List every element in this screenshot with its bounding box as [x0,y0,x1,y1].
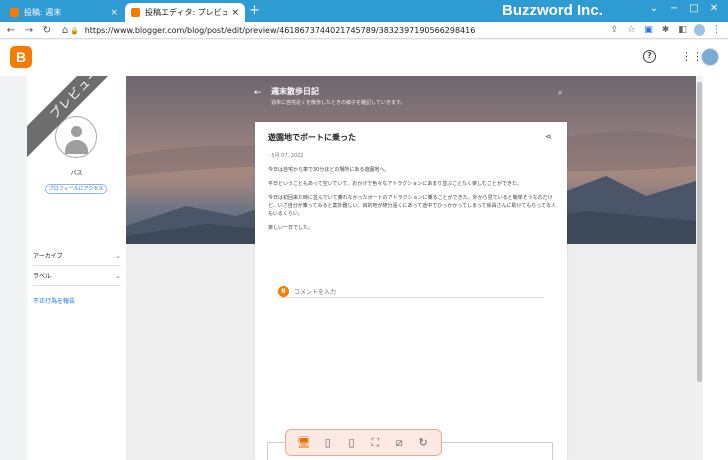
desktop-view-icon[interactable]: 🖥 [296,436,312,449]
blogger-favicon-icon [10,8,19,17]
preview-scrollbar[interactable] [696,76,703,460]
puzzle-extensions-icon[interactable]: ✱ [660,25,671,35]
rotate-icon[interactable]: ⧄ [391,436,407,450]
menu-kebab-icon[interactable]: ⋮ [711,25,722,35]
chevron-down-icon: ⌄ [115,251,121,260]
browser-toolbar: ← → ↻ ⌂ 🔒 https://www.blogger.com/blog/p… [0,22,728,39]
side-panel-icon[interactable]: ◧ [677,25,688,35]
tab-close-icon[interactable]: × [110,8,118,18]
browser-tab-posts[interactable]: 投稿: 週末 × [4,3,124,22]
tab-title: 投稿: 週末 [24,8,62,17]
search-icon[interactable]: ⌕ [558,88,562,98]
bookmark-star-icon[interactable]: ☆ [626,25,637,35]
new-tab-button[interactable]: + [249,3,260,18]
comment-placeholder: コメントを入力 [294,289,337,296]
address-bar[interactable]: 🔒 https://www.blogger.com/blog/post/edit… [70,23,650,38]
browser-tab-preview[interactable]: 投稿エディタ: プレビュー × [125,3,245,22]
post-date: - 5月 07, 2022 [268,153,304,159]
post-paragraph: 平日ということもあって空いていて、おかげで色々なアトラクションにあまり並ぶことな… [268,181,523,187]
comment-input[interactable]: B コメントを入力 [278,286,544,298]
fullscreen-icon[interactable]: ⛶ [367,436,383,450]
browser-tab-strip: 投稿: 週末 × 投稿エディタ: プレビュー × + Buzzword Inc.… [0,0,728,22]
reload-button[interactable]: ↻ [40,25,54,36]
blogger-favicon-icon [131,8,140,17]
back-button[interactable]: ← [4,25,18,36]
lock-icon: 🔒 [70,26,79,35]
tab-title: 投稿エディタ: プレビュー [145,8,228,17]
preview-ribbon: プレビュー [27,76,126,162]
sidebar-item-label: ラベル [33,273,52,280]
window-controls: ⌄ − □ ✕ [644,3,724,14]
share-page-icon[interactable]: ⇪ [609,25,620,35]
extension-icon[interactable]: ▣ [643,25,654,35]
sidebar-item-archive[interactable]: アーカイブ ⌄ [33,246,121,266]
refresh-icon[interactable]: ↻ [415,436,431,449]
close-window-button[interactable]: ✕ [704,3,724,14]
right-margin [703,76,728,460]
blog-title[interactable]: 週末散歩日記 [271,86,319,97]
post-card: 遊園地でボートに乗った ⋖ - 5月 07, 2022 今日は自宅から車で30分… [255,122,567,460]
help-icon[interactable]: ? [643,50,656,63]
url-text: https://www.blogger.com/blog/post/edit/p… [84,26,476,35]
post-title[interactable]: 遊園地でボートに乗った [268,132,356,143]
sidebar-item-labels[interactable]: ラベル ⌄ [33,266,121,286]
brand-watermark: Buzzword Inc. [502,2,603,19]
maximize-button[interactable]: □ [684,3,704,14]
blog-subtitle: 週末に自宅近くを散歩したときの様子を雑記していきます。 [271,100,406,106]
report-abuse-link[interactable]: 不正行為を報告 [33,296,75,305]
blogger-logo[interactable]: B [10,46,32,68]
post-paragraph: 楽しい一日でした。 [268,225,314,231]
account-avatar[interactable] [701,48,719,66]
sidebar-item-label: アーカイブ [33,253,63,260]
tab-close-icon[interactable]: × [231,8,239,18]
share-icon[interactable]: ⋖ [545,132,552,141]
forward-button[interactable]: → [22,25,36,36]
scrollbar-thumb[interactable] [697,82,702,382]
post-paragraph: 今日は初回来た時に並んでいて乗れなかったボートのアトラクションに乗ることができた… [268,195,557,217]
tablet-view-icon[interactable]: ▯ [320,436,336,449]
chevron-down-icon: ⌄ [115,271,121,280]
ribbon-clip: プレビュー [27,76,126,244]
toolbar-actions: ⇪ ☆ ▣ ✱ ◧ ⋮ [609,24,722,36]
blogger-comment-icon: B [278,286,289,297]
minimize-button[interactable]: − [664,3,684,14]
mobile-view-icon[interactable]: ▯ [344,436,360,449]
post-paragraph: 今日は自宅から車で30分ほどの場所にある遊園地へ。 [268,167,390,173]
profile-avatar[interactable] [694,24,705,36]
blogger-header: B ? ⋮⋮⋮ [0,40,728,76]
device-preview-toolbar: 🖥 ▯ ▯ ⛶ ⧄ ↻ [285,429,442,456]
tab-search-icon[interactable]: ⌄ [644,3,664,14]
back-arrow-icon[interactable]: ← [254,88,262,98]
